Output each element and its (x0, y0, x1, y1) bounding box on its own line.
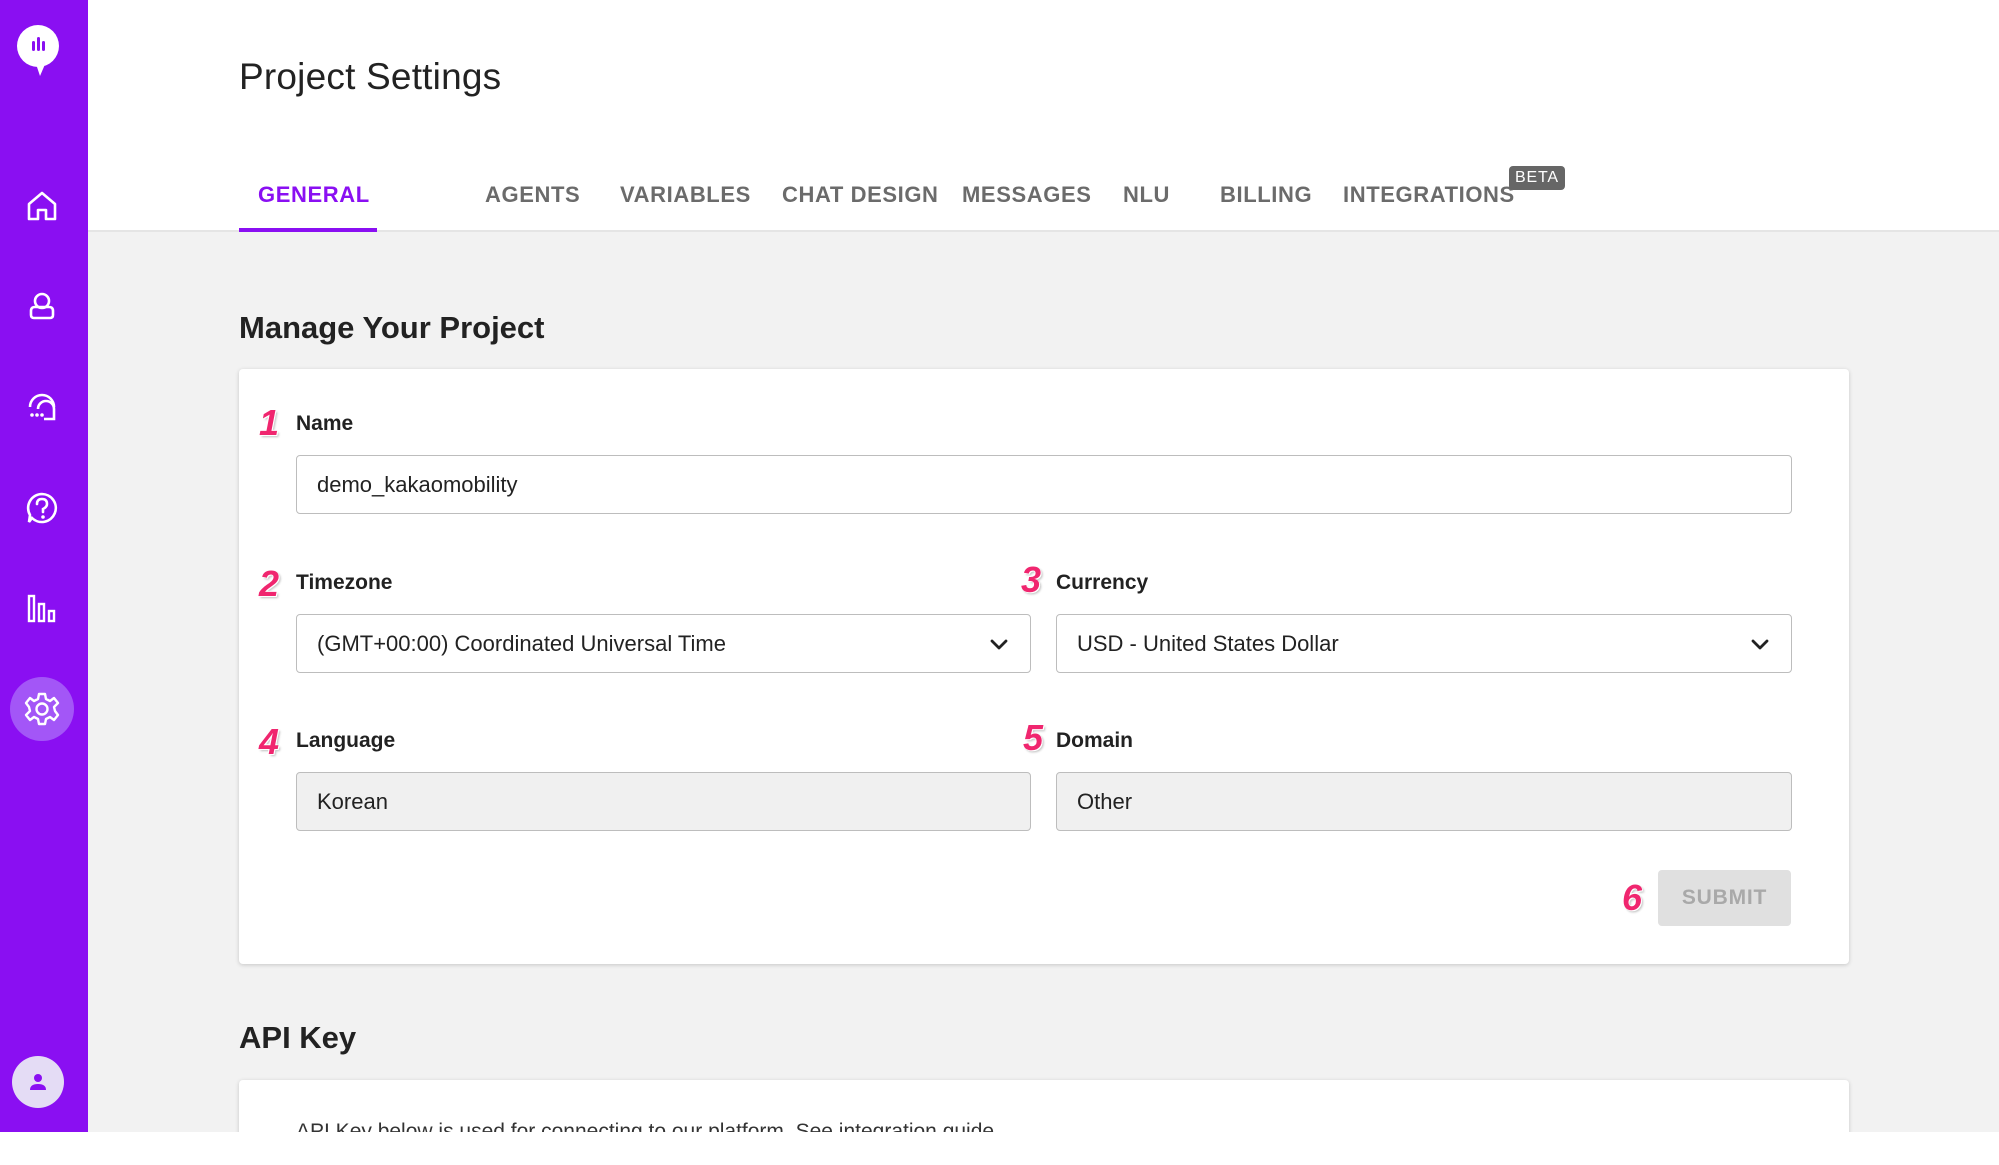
language-field: Korean (296, 772, 1031, 831)
settings-icon (24, 692, 60, 726)
window-bottom-edge (0, 1132, 1999, 1165)
page-header: Project Settings GENERAL AGENTS VARIABLE… (88, 0, 1999, 232)
manage-project-card: 1 Name demo_kakaomobility 2 Timezone (GM… (239, 369, 1849, 964)
api-key-description: API Key below is used for connecting to … (296, 1120, 995, 1132)
tab-billing[interactable]: BILLING (1220, 170, 1312, 232)
page-title: Project Settings (239, 56, 502, 97)
domain-label: Domain (1056, 729, 1134, 752)
app-window: Project Settings GENERAL AGENTS VARIABLE… (0, 0, 1999, 1132)
language-label: Language (296, 729, 396, 752)
step-number-1: 1 (259, 402, 280, 443)
tab-nlu[interactable]: NLU (1123, 170, 1170, 232)
manage-project-title: Manage Your Project (239, 310, 545, 345)
step-number-3: 3 (1021, 559, 1042, 600)
home-icon (27, 191, 57, 221)
profile-icon (30, 1074, 46, 1090)
chat-agent-icon (28, 393, 56, 421)
step-number-5: 5 (1023, 717, 1044, 758)
step-number-4: 4 (259, 721, 280, 762)
sidebar (0, 0, 88, 1132)
tab-general[interactable]: GENERAL (258, 170, 370, 232)
timezone-value: (GMT+00:00) Coordinated Universal Time (317, 630, 726, 656)
sidebar-item-help[interactable] (10, 476, 74, 540)
avatar[interactable] (12, 1056, 64, 1108)
tab-messages[interactable]: MESSAGES (962, 170, 1092, 232)
chart-icon (27, 594, 56, 623)
sidebar-item-users[interactable] (10, 274, 74, 338)
sidebar-item-home[interactable] (10, 174, 74, 238)
sidebar-item-settings[interactable] (10, 677, 74, 741)
help-icon (26, 492, 58, 524)
timezone-label: Timezone (296, 571, 393, 594)
name-input[interactable]: demo_kakaomobility (296, 455, 1792, 514)
tab-variables[interactable]: VARIABLES (620, 170, 751, 232)
chevron-down-icon (1751, 639, 1769, 649)
sidebar-item-conversations[interactable] (10, 375, 74, 439)
currency-value: USD - United States Dollar (1077, 630, 1339, 656)
name-label: Name (296, 412, 354, 435)
sidebar-item-analytics[interactable] (10, 576, 74, 640)
step-number-2: 2 (259, 563, 280, 604)
api-key-title: API Key (239, 1020, 357, 1055)
step-number-6: 6 (1622, 877, 1643, 918)
chevron-down-icon (990, 639, 1008, 649)
timezone-select[interactable]: (GMT+00:00) Coordinated Universal Time (296, 614, 1031, 673)
active-tab-indicator (239, 228, 377, 232)
domain-field: Other (1056, 772, 1792, 831)
currency-label: Currency (1056, 571, 1149, 594)
tab-agents[interactable]: AGENTS (485, 170, 580, 232)
user-icon (29, 292, 55, 320)
beta-badge: BETA (1509, 166, 1565, 190)
api-key-card: API Key below is used for connecting to … (239, 1080, 1849, 1132)
submit-button[interactable]: SUBMIT (1658, 870, 1791, 926)
logo-icon[interactable] (14, 24, 62, 76)
tab-integrations-label: INTEGRATIONS (1343, 182, 1515, 207)
currency-select[interactable]: USD - United States Dollar (1056, 614, 1792, 673)
tab-integrations[interactable]: INTEGRATIONS BETA (1343, 166, 1565, 232)
tab-chat-design[interactable]: CHAT DESIGN (782, 170, 939, 232)
